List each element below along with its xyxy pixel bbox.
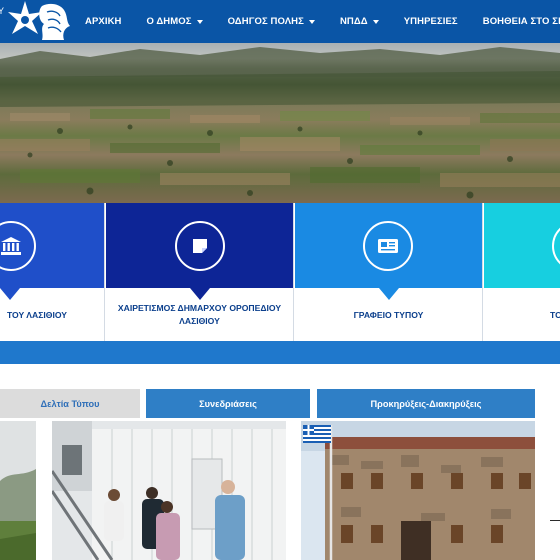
tab-label: Συνεδριάσεις	[199, 398, 257, 409]
page: Y ΑΡΧΙΚΗ Ο ΔΗΜΟΣ ΟΔΗΓΟΣ ΠΟΛΗΣ ΝΠΔΔ ΥΠΗΡΕ…	[0, 0, 560, 560]
news-photo-mountain[interactable]	[0, 421, 36, 560]
tile-label: ΓΡΑΦΕΙΟ ΤΥΠΟΥ	[353, 309, 424, 320]
tile-partial[interactable]: ΤΟ	[484, 203, 560, 341]
tab-meetings[interactable]: Συνεδριάσεις	[146, 389, 310, 418]
nav-item-city-guide[interactable]: ΟΔΗΓΟΣ ΠΟΛΗΣ	[228, 16, 315, 27]
nav-item-label: ΝΠΔΔ	[339, 16, 368, 27]
site-header: Y ΑΡΧΙΚΗ Ο ΔΗΜΟΣ ΟΔΗΓΟΣ ΠΟΛΗΣ ΝΠΔΔ ΥΠΗΡΕ…	[0, 0, 560, 43]
main-nav: ΑΡΧΙΚΗ Ο ΔΗΜΟΣ ΟΔΗΓΟΣ ΠΟΛΗΣ ΝΠΔΔ ΥΠΗΡΕΣΙ…	[74, 0, 560, 43]
caret-down-icon	[308, 19, 315, 24]
svg-text:Y: Y	[0, 6, 4, 16]
nav-item-services[interactable]: ΥΠΗΡΕΣΙΕΣ	[404, 16, 458, 27]
tab-label: Προκηρύξεις-Διακηρύξεις	[370, 398, 482, 409]
newspaper-icon	[363, 221, 413, 271]
caret-down-icon	[196, 19, 203, 24]
service-tiles: ΤΟΥ ΛΑΣΙΘΙΟΥ ΧΑΙΡΕΤΙΣΜΟΣ ΔΗΜΑΡΧΟΥ ΟΡΟΠΕΔ…	[0, 203, 560, 341]
news-tabs: Δελτία Τύπου Συνεδριάσεις Προκηρύξεις-Δι…	[0, 389, 560, 418]
nav-item-label: ΥΠΗΡΕΣΙΕΣ	[403, 16, 458, 27]
tile-press-office[interactable]: ΓΡΑΦΕΙΟ ΤΥΠΟΥ	[295, 203, 483, 341]
tab-label: Δελτία Τύπου	[40, 398, 100, 409]
tab-announcements[interactable]: Προκηρύξεις-Διακηρύξεις	[317, 389, 535, 418]
municipality-logo[interactable]: Y	[0, 0, 74, 43]
nav-item-home-help[interactable]: ΒΟΗΘΕΙΑ ΣΤΟ ΣΠΙΤΙ	[483, 16, 560, 27]
nav-item-municipality[interactable]: Ο ΔΗΜΟΣ	[147, 16, 203, 27]
note-icon	[175, 221, 225, 271]
nav-item-label: Ο ΔΗΜΟΣ	[146, 16, 192, 27]
nav-item-label: ΟΔΗΓΟΣ ΠΟΛΗΣ	[227, 16, 304, 27]
nav-item-label: ΒΟΗΘΕΙΑ ΣΤΟ ΣΠΙΤΙ	[482, 16, 560, 27]
news-photo-medical-unit[interactable]	[52, 421, 286, 560]
tile-label: ΤΟ	[550, 309, 560, 320]
side-line-decoration	[550, 520, 560, 521]
nav-item-npdd[interactable]: ΝΠΔΔ	[340, 16, 379, 27]
blue-divider-band	[0, 341, 560, 364]
tile-mayor-greeting[interactable]: ΧΑΙΡΕΤΙΣΜΟΣ ΔΗΜΑΡΧΟΥ ΟΡΟΠΕΔΙΟΥ ΛΑΣΙΘΙΟΥ	[106, 203, 294, 341]
tile-municipality[interactable]: ΤΟΥ ΛΑΣΙΘΙΟΥ	[0, 203, 105, 341]
nav-item-label: ΑΡΧΙΚΗ	[85, 16, 122, 27]
tab-press-releases[interactable]: Δελτία Τύπου	[0, 389, 140, 418]
nav-item-home[interactable]: ΑΡΧΙΚΗ	[85, 16, 122, 27]
tile-header	[484, 203, 560, 288]
news-photo-town-hall[interactable]	[301, 421, 535, 560]
hero-plateau-photo	[0, 43, 560, 203]
caret-down-icon	[372, 19, 379, 24]
tile-label: ΧΑΙΡΕΤΙΣΜΟΣ ΔΗΜΑΡΧΟΥ ΟΡΟΠΕΔΙΟΥ ΛΑΣΙΘΙΟΥ	[117, 303, 282, 326]
tile-label: ΤΟΥ ΛΑΣΙΘΙΟΥ	[6, 309, 68, 320]
